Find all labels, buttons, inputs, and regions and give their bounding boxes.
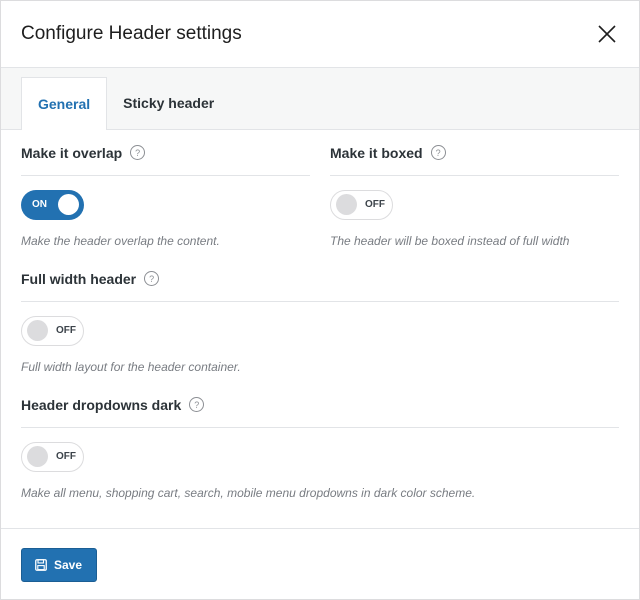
full-width-header-label: Full width header — [21, 270, 137, 287]
help-icon[interactable]: ? — [189, 397, 205, 412]
field-full-width-header: Full width header ? OFF Full width layou… — [21, 256, 619, 374]
help-icon[interactable]: ? — [130, 145, 146, 160]
toggle-knob — [27, 320, 48, 341]
toggle-state-label: OFF — [56, 325, 76, 336]
field-header-dropdowns-dark: Header dropdowns dark ? OFF Make all men… — [21, 382, 619, 500]
full-width-toggle[interactable]: OFF — [21, 316, 84, 346]
dropdowns-dark-toggle[interactable]: OFF — [21, 442, 84, 472]
overlap-description: Make the header overlap the content. — [21, 234, 220, 248]
field-make-it-overlap: Make it overlap ? ON Make the header ove… — [21, 130, 310, 248]
toggle-knob — [58, 194, 79, 215]
configure-header-modal: Configure Header settings General Sticky… — [0, 0, 640, 600]
help-icon[interactable]: ? — [144, 271, 160, 286]
save-button-label: Save — [54, 558, 83, 572]
tab-general[interactable]: General — [21, 77, 108, 130]
toggle-knob — [336, 194, 357, 215]
close-icon[interactable] — [595, 22, 619, 46]
toggle-state-label: OFF — [365, 199, 385, 210]
make-it-overlap-label: Make it overlap — [21, 144, 123, 161]
tab-sticky-header[interactable]: Sticky header — [107, 77, 230, 129]
toggle-state-label: ON — [32, 199, 47, 210]
field-label: Full width header ? — [21, 256, 619, 302]
boxed-toggle[interactable]: OFF — [330, 190, 393, 220]
help-icon[interactable]: ? — [430, 145, 446, 160]
field-make-it-boxed: Make it boxed ? OFF The header will be b… — [330, 130, 619, 248]
toggle-state-label: OFF — [56, 451, 76, 462]
make-it-boxed-label: Make it boxed — [330, 144, 423, 161]
modal-title: Configure Header settings — [21, 23, 242, 44]
toggle-knob — [27, 446, 48, 467]
tabs-bar: General Sticky header — [1, 68, 639, 130]
save-button[interactable]: Save — [21, 548, 98, 582]
modal-header: Configure Header settings — [1, 1, 639, 68]
field-label: Make it boxed ? — [330, 130, 619, 176]
settings-content: Make it overlap ? ON Make the header ove… — [1, 130, 639, 526]
boxed-description: The header will be boxed instead of full… — [330, 234, 570, 248]
overlap-toggle[interactable]: ON — [21, 190, 84, 220]
header-dropdowns-dark-label: Header dropdowns dark — [21, 396, 182, 413]
dropdowns-dark-description: Make all menu, shopping cart, search, mo… — [21, 486, 476, 500]
full-width-description: Full width layout for the header contain… — [21, 360, 241, 374]
field-label: Make it overlap ? — [21, 130, 310, 176]
modal-footer: Save — [1, 528, 639, 599]
floppy-disk-icon — [35, 559, 47, 571]
field-label: Header dropdowns dark ? — [21, 382, 619, 428]
